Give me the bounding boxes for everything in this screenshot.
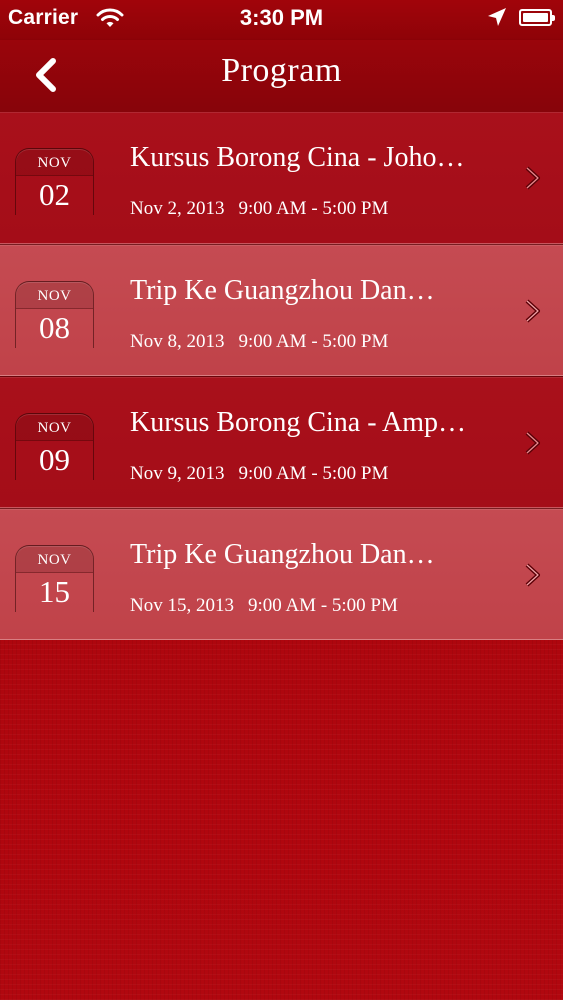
calendar-badge: NOV 15 <box>15 545 94 612</box>
program-title: Kursus Borong Cina - Amp… <box>130 407 466 438</box>
program-date: Nov 9, 2013 <box>130 463 225 484</box>
calendar-day: 09 <box>39 442 70 477</box>
calendar-day: 15 <box>39 574 70 609</box>
calendar-month: NOV <box>16 149 93 176</box>
program-datetime: Nov 15, 2013 9:00 AM - 5:00 PM <box>130 595 398 617</box>
app-screen: Carrier 3:30 PM Program NOV 02 Kursus Bo… <box>0 0 563 1000</box>
calendar-badge: NOV 08 <box>15 281 94 348</box>
program-title: Trip Ke Guangzhou Dan… <box>130 539 435 570</box>
program-title: Trip Ke Guangzhou Dan… <box>130 275 435 306</box>
calendar-day: 02 <box>39 177 70 212</box>
chevron-right-icon <box>521 561 543 589</box>
program-date: Nov 2, 2013 <box>130 198 225 219</box>
program-row[interactable]: NOV 08 Trip Ke Guangzhou Dan… Nov 8, 201… <box>0 244 563 376</box>
calendar-month: NOV <box>16 414 93 441</box>
calendar-day: 08 <box>39 310 70 345</box>
program-time: 9:00 AM - 5:00 PM <box>238 331 389 352</box>
program-title: Kursus Borong Cina - Joho… <box>130 142 465 173</box>
page-title: Program <box>221 52 342 89</box>
program-time: 9:00 AM - 5:00 PM <box>238 198 389 219</box>
battery-icon <box>519 9 555 26</box>
program-list: NOV 02 Kursus Borong Cina - Joho… Nov 2,… <box>0 112 563 640</box>
program-row[interactable]: NOV 15 Trip Ke Guangzhou Dan… Nov 15, 20… <box>0 508 563 640</box>
calendar-month: NOV <box>16 546 93 573</box>
chevron-right-icon <box>521 297 543 325</box>
program-datetime: Nov 8, 2013 9:00 AM - 5:00 PM <box>130 331 388 353</box>
program-row[interactable]: NOV 02 Kursus Borong Cina - Joho… Nov 2,… <box>0 112 563 244</box>
calendar-badge: NOV 02 <box>15 148 94 215</box>
chevron-right-icon <box>521 164 543 192</box>
chevron-right-icon <box>521 429 543 457</box>
navigation-bar: Program <box>0 40 563 112</box>
calendar-month: NOV <box>16 282 93 309</box>
program-date: Nov 8, 2013 <box>130 331 225 352</box>
program-datetime: Nov 2, 2013 9:00 AM - 5:00 PM <box>130 198 388 220</box>
status-time: 3:30 PM <box>239 5 324 30</box>
program-date: Nov 15, 2013 <box>130 595 234 616</box>
program-time: 9:00 AM - 5:00 PM <box>247 595 398 616</box>
calendar-badge: NOV 09 <box>15 413 94 480</box>
status-bar: Carrier 3:30 PM <box>0 0 563 40</box>
program-row[interactable]: NOV 09 Kursus Borong Cina - Amp… Nov 9, … <box>0 376 563 508</box>
program-datetime: Nov 9, 2013 9:00 AM - 5:00 PM <box>130 463 388 485</box>
location-icon <box>487 7 507 27</box>
program-time: 9:00 AM - 5:00 PM <box>238 463 389 484</box>
